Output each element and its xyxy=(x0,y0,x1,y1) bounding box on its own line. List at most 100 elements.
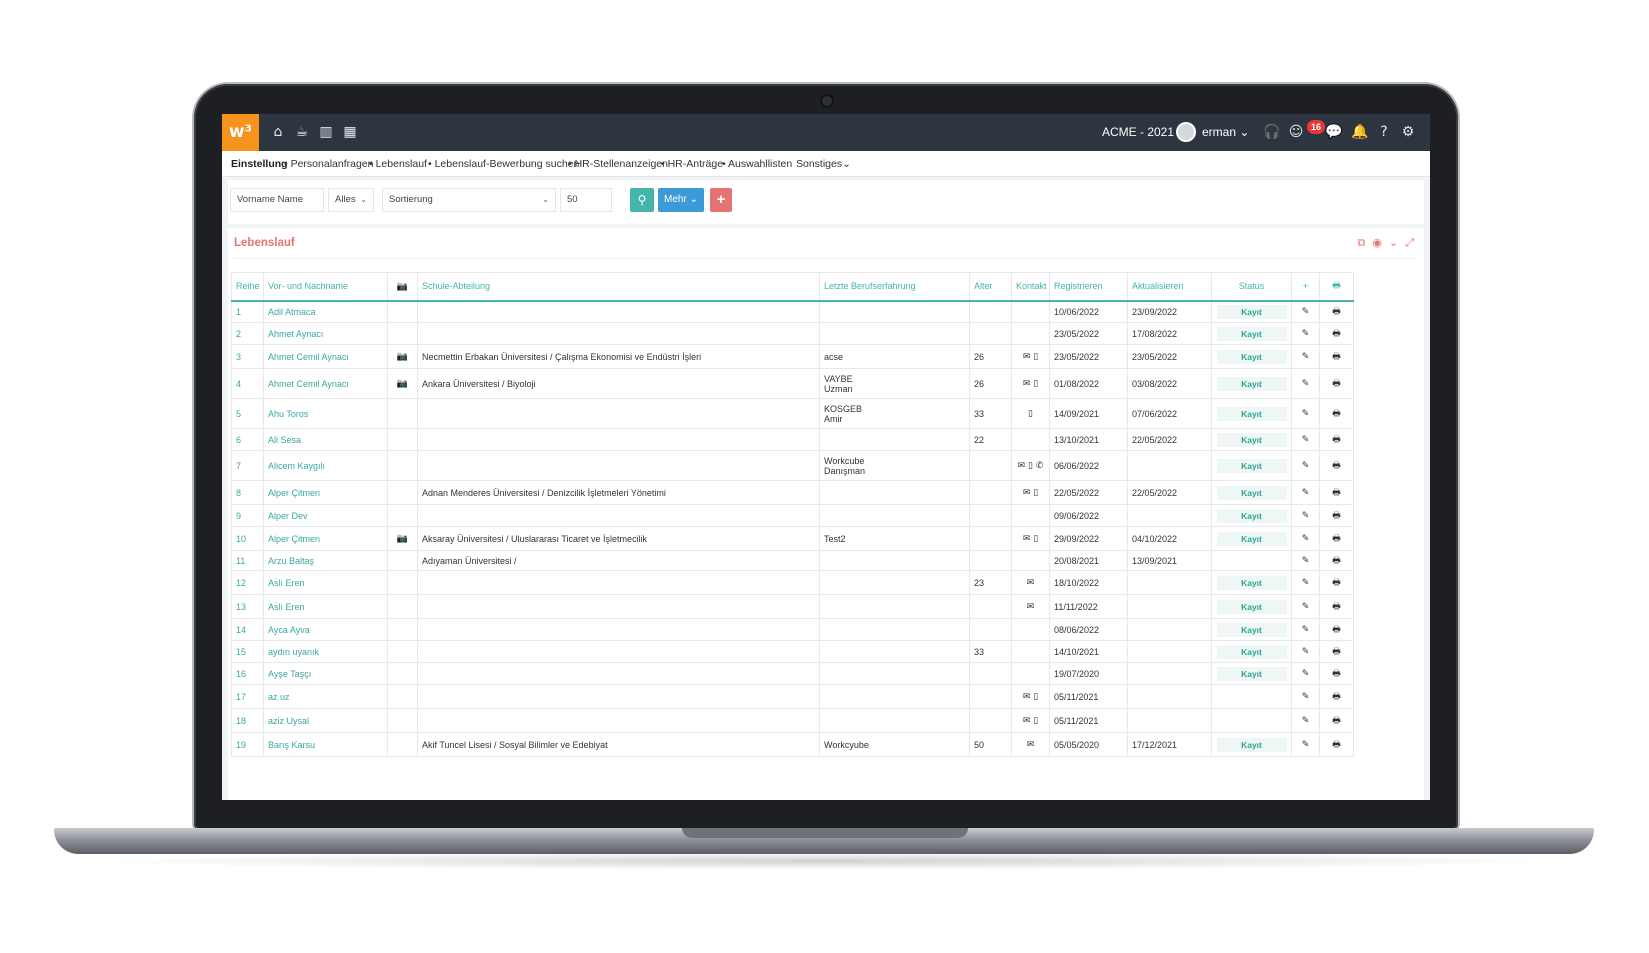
contact-icons[interactable] xyxy=(1011,640,1050,663)
contact-icons[interactable] xyxy=(1011,662,1050,685)
candidate-name-link[interactable]: Alper Çitmen xyxy=(263,526,388,551)
print-icon[interactable]: 🖶 xyxy=(1319,504,1354,527)
sort-select[interactable]: Sortierung ⌄ xyxy=(382,188,556,212)
name-search-input[interactable]: Vorname Name xyxy=(230,188,324,212)
candidate-name-link[interactable]: aziz Uysal xyxy=(263,708,388,733)
table-row[interactable]: 13 Aslı Eren ✉ 11/11/2022 Kayıt ✎ 🖶 xyxy=(231,594,1354,619)
workcube-logo[interactable]: w³ xyxy=(222,114,259,151)
chevron-down-icon[interactable]: ⌄ xyxy=(1389,236,1398,249)
print-icon[interactable]: 🖶 xyxy=(1319,450,1354,481)
table-row[interactable]: 3 Ahmet Cemil Aynacı 📷 Necmettin Erbakan Ün… xyxy=(231,344,1354,369)
candidate-name-link[interactable]: Arzu Baltaş xyxy=(263,550,388,571)
candidate-name-link[interactable]: Ayca Ayva xyxy=(263,618,388,641)
edit-icon[interactable]: ✎ xyxy=(1291,526,1320,551)
contact-icons[interactable] xyxy=(1011,550,1050,571)
scope-select[interactable]: Alles ⌄ xyxy=(328,188,374,212)
edit-icon[interactable]: ✎ xyxy=(1291,480,1320,505)
export-icon[interactable]: ⧉ xyxy=(1358,236,1366,249)
table-row[interactable]: 2 Ahmet Aynacı 23/05/2022 17/08/2022 Kayıt ✎ 🖶 xyxy=(231,322,1354,345)
print-icon[interactable]: 🖶 xyxy=(1319,618,1354,641)
nav-auswahllisten[interactable]: • Auswahllisten xyxy=(722,151,792,177)
smiley-icon[interactable]: ☺ xyxy=(1286,122,1306,142)
print-icon[interactable]: 🖶 xyxy=(1319,550,1354,571)
contact-icons[interactable]: ✉ ▯ xyxy=(1011,708,1050,733)
edit-icon[interactable]: ✎ xyxy=(1291,662,1320,685)
edit-icon[interactable]: ✎ xyxy=(1291,300,1320,323)
candidate-name-link[interactable]: Aslı Eren xyxy=(263,570,388,595)
edit-icon[interactable]: ✎ xyxy=(1291,684,1320,709)
print-all-icon[interactable]: 🖶 xyxy=(1319,272,1354,302)
edit-icon[interactable]: ✎ xyxy=(1291,570,1320,595)
print-icon[interactable]: 🖶 xyxy=(1319,640,1354,663)
company-period[interactable]: ACME - 2021 xyxy=(1102,114,1174,151)
table-row[interactable]: 10 Alper Çitmen 📷 Aksaray Üniversitesi / Ul… xyxy=(231,526,1354,551)
contact-icons[interactable]: ✉ ▯ xyxy=(1011,526,1050,551)
table-row[interactable]: 6 Ali Sesa 22 13/10/2021 22/05/2022 Kayıt ✎ 🖶 xyxy=(231,428,1354,451)
print-icon[interactable]: 🖶 xyxy=(1319,322,1354,345)
candidate-name-link[interactable]: Alicem Kaygılı xyxy=(263,450,388,481)
avatar[interactable] xyxy=(1176,122,1196,142)
search-button[interactable]: ⚲ xyxy=(630,188,654,212)
col-reihe[interactable]: Reihe xyxy=(231,272,264,302)
table-row[interactable]: 12 Aslı Eren 23 ✉ 18/10/2022 Kayıt ✎ 🖶 xyxy=(231,570,1354,595)
print-icon[interactable]: 🖶 xyxy=(1319,526,1354,551)
chat-icon[interactable]: 💬 xyxy=(1324,122,1344,142)
contact-icons[interactable]: ✉ xyxy=(1011,594,1050,619)
cup-icon[interactable]: ☕ xyxy=(292,122,312,142)
table-row[interactable]: 18 aziz Uysal ✉ ▯ 05/11/2021 ✎ 🖶 xyxy=(231,708,1354,733)
print-icon[interactable]: 🖶 xyxy=(1319,708,1354,733)
calendar-icon[interactable]: ▦ xyxy=(340,122,360,142)
candidate-name-link[interactable]: Barış Karsu xyxy=(263,732,388,757)
edit-icon[interactable]: ✎ xyxy=(1291,732,1320,757)
edit-icon[interactable]: ✎ xyxy=(1291,618,1320,641)
contact-icons[interactable]: ▯ xyxy=(1011,398,1050,429)
edit-icon[interactable]: ✎ xyxy=(1291,550,1320,571)
col-experience[interactable]: Letzte Berufserfahrung xyxy=(819,272,970,302)
edit-icon[interactable]: ✎ xyxy=(1291,344,1320,369)
contact-icons[interactable] xyxy=(1011,300,1050,323)
contact-icons[interactable]: ✉ xyxy=(1011,570,1050,595)
print-icon[interactable]: 🖶 xyxy=(1319,368,1354,399)
contact-icons[interactable]: ✉ ▯ xyxy=(1011,480,1050,505)
candidate-name-link[interactable]: Ahmet Cemil Aynacı xyxy=(263,368,388,399)
username[interactable]: erman ⌄ xyxy=(1202,114,1249,151)
col-registered[interactable]: Registrieren xyxy=(1049,272,1128,302)
nav-sonstiges[interactable]: Sonstiges⌄ xyxy=(796,151,851,177)
edit-icon[interactable]: ✎ xyxy=(1291,398,1320,429)
print-icon[interactable]: 🖶 xyxy=(1319,344,1354,369)
contact-icons[interactable] xyxy=(1011,618,1050,641)
nav-hr-stellenanzeigen[interactable]: • HR-Stellenanzeigen xyxy=(568,151,668,177)
print-icon[interactable]: 🖶 xyxy=(1319,570,1354,595)
contact-icons[interactable]: ✉ ▯ xyxy=(1011,368,1050,399)
edit-icon[interactable]: ✎ xyxy=(1291,504,1320,527)
edit-icon[interactable]: ✎ xyxy=(1291,594,1320,619)
candidate-name-link[interactable]: Ali Sesa xyxy=(263,428,388,451)
candidate-name-link[interactable]: Ahmet Cemil Aynacı xyxy=(263,344,388,369)
contact-icons[interactable]: ✉ ▯ ✆ xyxy=(1011,450,1050,481)
nav-lebenslauf-bewerbung[interactable]: • Lebenslauf-Bewerbung suchen xyxy=(428,151,579,177)
table-row[interactable]: 14 Ayca Ayva 08/06/2022 Kayıt ✎ 🖶 xyxy=(231,618,1354,641)
page-size-input[interactable]: 50 xyxy=(560,188,612,212)
table-row[interactable]: 19 Barış Karsu Akif Tuncel Lisesi / Sosyal… xyxy=(231,732,1354,757)
col-contact[interactable]: Kontakt xyxy=(1011,272,1050,302)
add-row-icon[interactable]: + xyxy=(1291,272,1320,302)
print-icon[interactable]: 🖶 xyxy=(1319,480,1354,505)
table-row[interactable]: 5 Ahu Toros KOSGEB Amir 33 ▯ 14/09/2021 07/06/2… xyxy=(231,398,1354,429)
table-row[interactable]: 4 Ahmet Cemil Aynacı 📷 Ankara Üniversitesi … xyxy=(231,368,1354,399)
nav-personalanfragen[interactable]: • Personalanfragen xyxy=(284,151,374,177)
table-row[interactable]: 7 Alicem Kaygılı Workcube Danışman ✉ ▯ ✆ 06/0… xyxy=(231,450,1354,481)
home-icon[interactable]: ⌂ xyxy=(268,122,288,142)
contact-icons[interactable] xyxy=(1011,428,1050,451)
nav-lebenslauf[interactable]: • Lebenslauf xyxy=(369,151,427,177)
candidate-name-link[interactable]: Alper Dev xyxy=(263,504,388,527)
eye-icon[interactable]: ◉ xyxy=(1372,236,1382,249)
print-icon[interactable]: 🖶 xyxy=(1319,662,1354,685)
contact-icons[interactable] xyxy=(1011,322,1050,345)
print-icon[interactable]: 🖶 xyxy=(1319,684,1354,709)
edit-icon[interactable]: ✎ xyxy=(1291,450,1320,481)
gear-icon[interactable]: ⚙ xyxy=(1398,122,1418,142)
more-button[interactable]: Mehr ⌄ xyxy=(658,188,704,212)
table-row[interactable]: 1 Adil Atmaca 10/06/2022 23/09/2022 Kayıt ✎ 🖶 xyxy=(231,300,1354,323)
add-button[interactable]: + xyxy=(710,188,732,212)
help-icon[interactable]: ? xyxy=(1374,122,1394,142)
